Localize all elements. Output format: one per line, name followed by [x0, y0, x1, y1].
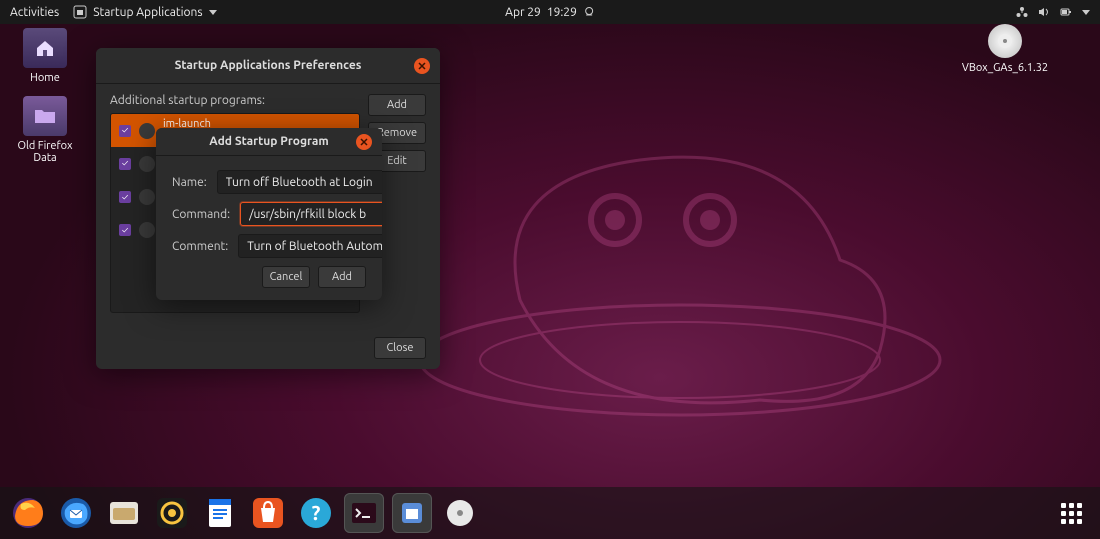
add-button[interactable]: Add — [318, 266, 366, 288]
prefs-subtitle: Additional startup programs: — [110, 94, 360, 107]
chevron-down-icon — [209, 10, 217, 15]
show-apps-button[interactable] — [1051, 493, 1092, 534]
gear-icon — [139, 123, 155, 139]
dock-writer[interactable] — [200, 493, 240, 533]
checkbox-icon[interactable]: ✓ — [119, 224, 131, 236]
document-icon — [203, 496, 237, 530]
name-label: Name: — [172, 176, 207, 189]
add-button[interactable]: Add — [368, 94, 426, 116]
close-button[interactable]: Close — [374, 337, 426, 359]
titlebar[interactable]: Startup Applications Preferences — [96, 48, 440, 84]
desktop-icon-home[interactable]: Home — [10, 28, 80, 84]
home-icon — [34, 37, 56, 59]
volume-icon — [1038, 6, 1050, 18]
titlebar[interactable]: Add Startup Program — [156, 128, 382, 156]
cancel-button[interactable]: Cancel — [262, 266, 310, 288]
clock-date: Apr 29 — [505, 6, 541, 19]
dock-firefox[interactable] — [8, 493, 48, 533]
chevron-down-icon — [1082, 10, 1090, 15]
startup-window-icon — [398, 499, 426, 527]
comment-label: Comment: — [172, 240, 228, 253]
desktop-icon-vbox[interactable]: VBox_GAs_6.1.32 — [960, 24, 1050, 74]
folder-icon — [34, 107, 56, 125]
firefox-icon — [11, 496, 45, 530]
gear-icon — [139, 156, 155, 172]
gear-icon — [139, 222, 155, 238]
checkbox-icon[interactable]: ✓ — [119, 125, 131, 137]
dock: ? — [0, 487, 1100, 539]
dialog-add-startup: Add Startup Program Name: Command: Brows… — [156, 128, 382, 300]
wallpaper-hippo — [400, 120, 960, 480]
checkbox-icon[interactable]: ✓ — [119, 158, 131, 170]
clock[interactable]: Apr 29 19:29 — [505, 6, 595, 19]
gear-icon — [139, 189, 155, 205]
dock-software[interactable] — [248, 493, 288, 533]
command-field[interactable] — [240, 202, 382, 226]
close-button[interactable] — [356, 134, 372, 150]
shopping-bag-icon — [251, 496, 285, 530]
dialog-title: Add Startup Program — [209, 135, 328, 148]
app-menu[interactable]: Startup Applications — [73, 5, 216, 19]
dock-help[interactable]: ? — [296, 493, 336, 533]
close-icon — [360, 138, 368, 146]
dock-terminal[interactable] — [344, 493, 384, 533]
close-button[interactable] — [414, 58, 430, 74]
help-icon: ? — [299, 496, 333, 530]
dock-thunderbird[interactable] — [56, 493, 96, 533]
checkbox-icon[interactable]: ✓ — [119, 191, 131, 203]
clock-time: 19:29 — [547, 6, 577, 19]
desktop-icon-label: Old Firefox Data — [10, 140, 80, 164]
desktop-icon-label: Home — [10, 72, 80, 84]
startup-apps-icon — [73, 5, 87, 19]
disc-icon — [445, 498, 475, 528]
top-bar: Activities Startup Applications Apr 29 1… — [0, 0, 1100, 24]
svg-text:?: ? — [312, 501, 321, 524]
app-menu-label: Startup Applications — [93, 6, 202, 19]
desktop-icon-label: VBox_GAs_6.1.32 — [960, 62, 1050, 74]
comment-field[interactable] — [238, 234, 382, 258]
files-icon — [107, 496, 141, 530]
window-title: Startup Applications Preferences — [175, 59, 362, 72]
notification-icon — [583, 6, 595, 18]
network-icon — [1016, 6, 1028, 18]
rhythmbox-icon — [155, 496, 189, 530]
dock-startup-apps[interactable] — [392, 493, 432, 533]
activities-button[interactable]: Activities — [10, 6, 59, 19]
thunderbird-icon — [59, 496, 93, 530]
disc-icon — [997, 33, 1013, 49]
dock-rhythmbox[interactable] — [152, 493, 192, 533]
desktop-icon-old-firefox[interactable]: Old Firefox Data — [10, 96, 80, 164]
name-field[interactable] — [217, 170, 382, 194]
system-tray[interactable] — [1016, 6, 1090, 18]
terminal-icon — [350, 499, 378, 527]
battery-icon — [1060, 6, 1072, 18]
command-label: Command: — [172, 208, 230, 221]
dock-files[interactable] — [104, 493, 144, 533]
close-icon — [418, 62, 426, 70]
dock-disc[interactable] — [440, 493, 480, 533]
